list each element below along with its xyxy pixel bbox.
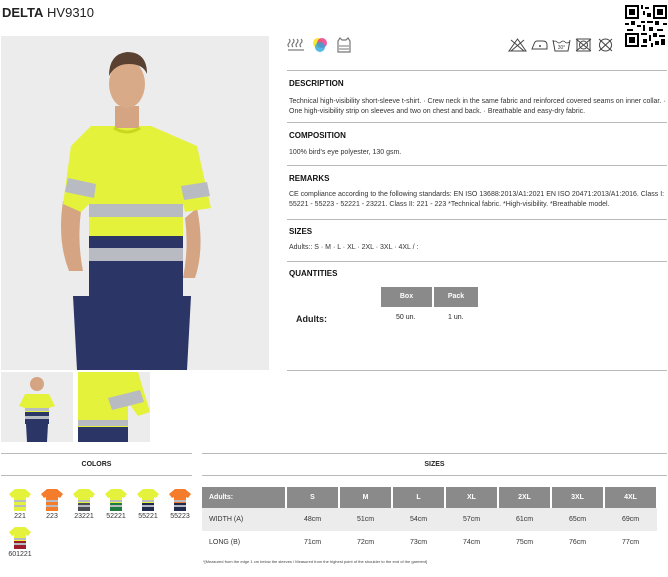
table-cell: 73cm — [409, 539, 428, 546]
color-swatch[interactable]: 601221 — [4, 526, 36, 558]
quantities-header-box: Box — [381, 287, 432, 307]
sizes-text: Adults:: S · M · L · XL · 2XL · 3XL · 4X… — [289, 244, 419, 251]
description-title: DESCRIPTION — [289, 79, 344, 88]
quantities-pack-value: 1 un. — [448, 314, 464, 321]
product-title: DELTA HV9310 — [2, 5, 94, 20]
size-header: 3XL — [551, 487, 605, 508]
table-cell: 61cm — [498, 508, 551, 531]
size-table-header-row: Adults: S M L XL 2XL 3XL 4XL — [202, 487, 658, 508]
divider — [202, 475, 667, 476]
product-thumbnail-front[interactable] — [1, 372, 73, 442]
quantities-title: QUANTITIES — [289, 269, 338, 278]
table-cell: 65cm — [551, 508, 604, 531]
care-icons: 30° — [508, 38, 615, 52]
color-swatch[interactable]: 221 — [4, 488, 36, 520]
divider — [287, 165, 667, 166]
table-cell: 51cm — [339, 508, 392, 531]
colors-title: COLORS — [81, 461, 112, 468]
color-palette-icon — [311, 36, 329, 54]
divider — [287, 219, 667, 220]
row-label: WIDTH (A) — [202, 508, 286, 531]
product-main-image — [1, 36, 269, 370]
product-thumbnail-detail[interactable] — [78, 372, 150, 442]
no-dry-clean-icon — [596, 38, 615, 52]
size-table-title: SIZES — [424, 461, 445, 468]
product-name: DELTA — [2, 5, 44, 20]
table-cell: 69cm — [604, 508, 657, 531]
divider — [1, 453, 192, 454]
divider — [287, 370, 667, 371]
high-visibility-icon — [287, 36, 305, 54]
color-swatch[interactable]: 23221 — [68, 488, 100, 520]
quantities-header-pack: Pack — [434, 287, 478, 307]
color-swatch[interactable]: 223 — [36, 488, 68, 520]
size-header: Adults: — [202, 487, 287, 508]
size-table: Adults: S M L XL 2XL 3XL 4XL WIDTH (A) 4… — [202, 487, 658, 554]
color-code: 55223 — [170, 513, 190, 520]
size-header: 4XL — [604, 487, 658, 508]
sizes-title: SIZES — [289, 227, 313, 236]
color-code: 55221 — [138, 513, 158, 520]
composition-text: 100% bird's eye polyester, 130 gsm. — [289, 149, 402, 156]
color-swatch[interactable]: 52221 — [100, 488, 132, 520]
table-cell: 54cm — [392, 508, 445, 531]
iron-low-icon — [530, 38, 549, 52]
color-code: 52221 — [106, 513, 126, 520]
divider — [1, 475, 192, 476]
quantities-row-label: Adults: — [296, 314, 327, 324]
product-code: HV9310 — [47, 5, 95, 20]
wash-30-icon: 30° — [552, 38, 571, 52]
quantities-table: Box Pack — [381, 287, 478, 307]
qr-code-icon — [625, 5, 667, 47]
wash-temp-label: 30° — [558, 45, 566, 51]
size-header: L — [392, 487, 446, 508]
color-swatch[interactable]: 55221 — [132, 488, 164, 520]
divider — [287, 122, 667, 123]
color-code: 23221 — [74, 513, 94, 520]
vest-standard-icon — [335, 36, 353, 54]
table-cell: 57cm — [445, 508, 498, 531]
color-swatches: 221 223 23221 52221 55221 55223 601221 — [4, 488, 198, 558]
table-cell: 75cm — [515, 539, 534, 546]
table-cell: 74cm — [462, 539, 481, 546]
description-text: Technical high-visibility short-sleeve t… — [289, 98, 666, 115]
divider — [287, 70, 667, 71]
divider — [287, 261, 667, 262]
size-header: XL — [445, 487, 499, 508]
table-cell: 77cm — [621, 539, 640, 546]
color-code: 601221 — [8, 551, 32, 558]
table-cell: 72cm — [356, 539, 375, 546]
composition-title: COMPOSITION — [289, 131, 346, 140]
no-tumble-dry-icon — [574, 38, 593, 52]
table-row: LONG (B) 71cm 72cm 73cm 74cm 75cm 76cm 7… — [202, 531, 657, 554]
color-code: 223 — [46, 513, 58, 520]
row-label: LONG (B) — [209, 539, 241, 546]
size-header: 2XL — [498, 487, 552, 508]
divider — [202, 453, 667, 454]
color-code: 221 — [14, 513, 26, 520]
color-swatch[interactable]: 55223 — [164, 488, 196, 520]
quantities-box-value: 50 un. — [396, 314, 416, 321]
size-table-footnote: *[Measured from the edge 1 cm below the … — [203, 559, 428, 564]
remarks-text: CE compliance according to the following… — [289, 191, 665, 208]
size-header: M — [339, 487, 393, 508]
table-cell: 76cm — [568, 539, 587, 546]
no-bleach-icon — [508, 38, 527, 52]
table-cell: 71cm — [303, 539, 322, 546]
remarks-title: REMARKS — [289, 174, 330, 183]
size-header: S — [286, 487, 340, 508]
table-cell: 48cm — [286, 508, 339, 531]
table-row: WIDTH (A) 48cm 51cm 54cm 57cm 61cm 65cm … — [202, 508, 657, 531]
feature-icons — [287, 36, 353, 54]
